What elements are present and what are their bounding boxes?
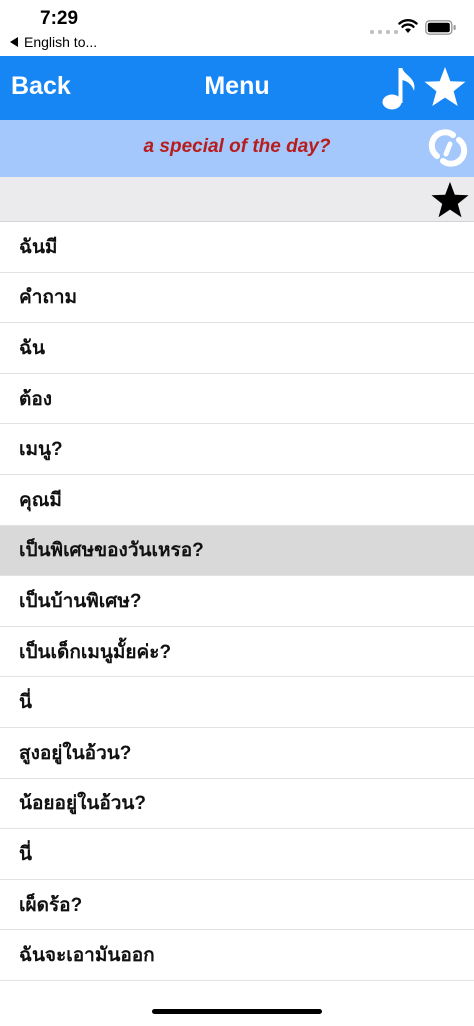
list-item[interactable]: คำถาม — [0, 272, 474, 324]
back-triangle-icon — [10, 37, 18, 47]
return-to-app-label: English to... — [24, 34, 98, 50]
status-time: 7:29 — [40, 8, 79, 29]
list-item[interactable]: เมนู? — [0, 424, 474, 475]
battery-icon — [425, 20, 456, 35]
signal-dots — [370, 30, 398, 34]
star-icon[interactable] — [423, 66, 467, 108]
home-indicator — [152, 1009, 322, 1014]
list-item[interactable]: น้อยอยู่ในอ้วน? — [0, 778, 474, 830]
music-note-icon[interactable] — [381, 64, 417, 112]
list-item[interactable]: ฉันมี — [0, 222, 474, 273]
back-button[interactable]: Back — [11, 72, 71, 101]
return-to-app-link[interactable]: English to... — [10, 34, 97, 50]
toolbar-strip — [0, 177, 474, 222]
list-item[interactable]: นี่ — [0, 829, 474, 880]
list-item[interactable]: นี่ — [0, 677, 474, 728]
list-item[interactable]: สูงอยู่ในอ้วน? — [0, 727, 474, 779]
list-item[interactable]: เป็นบ้านพิเศษ? — [0, 576, 474, 627]
navigation-bar: Back Menu — [0, 56, 474, 120]
status-bar: 7:29 English to... — [0, 0, 474, 56]
phrase-list: ฉันมี คำถาม ฉัน ต้อง เมนู? คุณมี เป็นพิเศษของว… — [0, 222, 474, 982]
list-item[interactable]: เป็นเด็กเมนูมั้ยค่ะ? — [0, 626, 474, 678]
banner-translation-text: a special of the day? — [143, 136, 331, 157]
list-item[interactable]: ฉัน — [0, 323, 474, 374]
translation-banner: a special of the day? — [0, 120, 474, 177]
list-item-selected[interactable]: เป็นพิเศษของวันเหรอ? — [0, 525, 474, 577]
refresh-icon[interactable] — [428, 128, 468, 168]
wifi-icon — [398, 19, 418, 33]
list-item[interactable]: คุณมี — [0, 474, 474, 526]
list-item[interactable]: เผ็ดร้อ? — [0, 879, 474, 931]
app-screen: 7:29 English to... Back Menu a special o… — [0, 0, 474, 1026]
star-icon[interactable] — [430, 181, 470, 219]
list-item[interactable]: ฉันจะเอามันออก — [0, 930, 474, 981]
list-item[interactable]: ต้อง — [0, 373, 474, 425]
